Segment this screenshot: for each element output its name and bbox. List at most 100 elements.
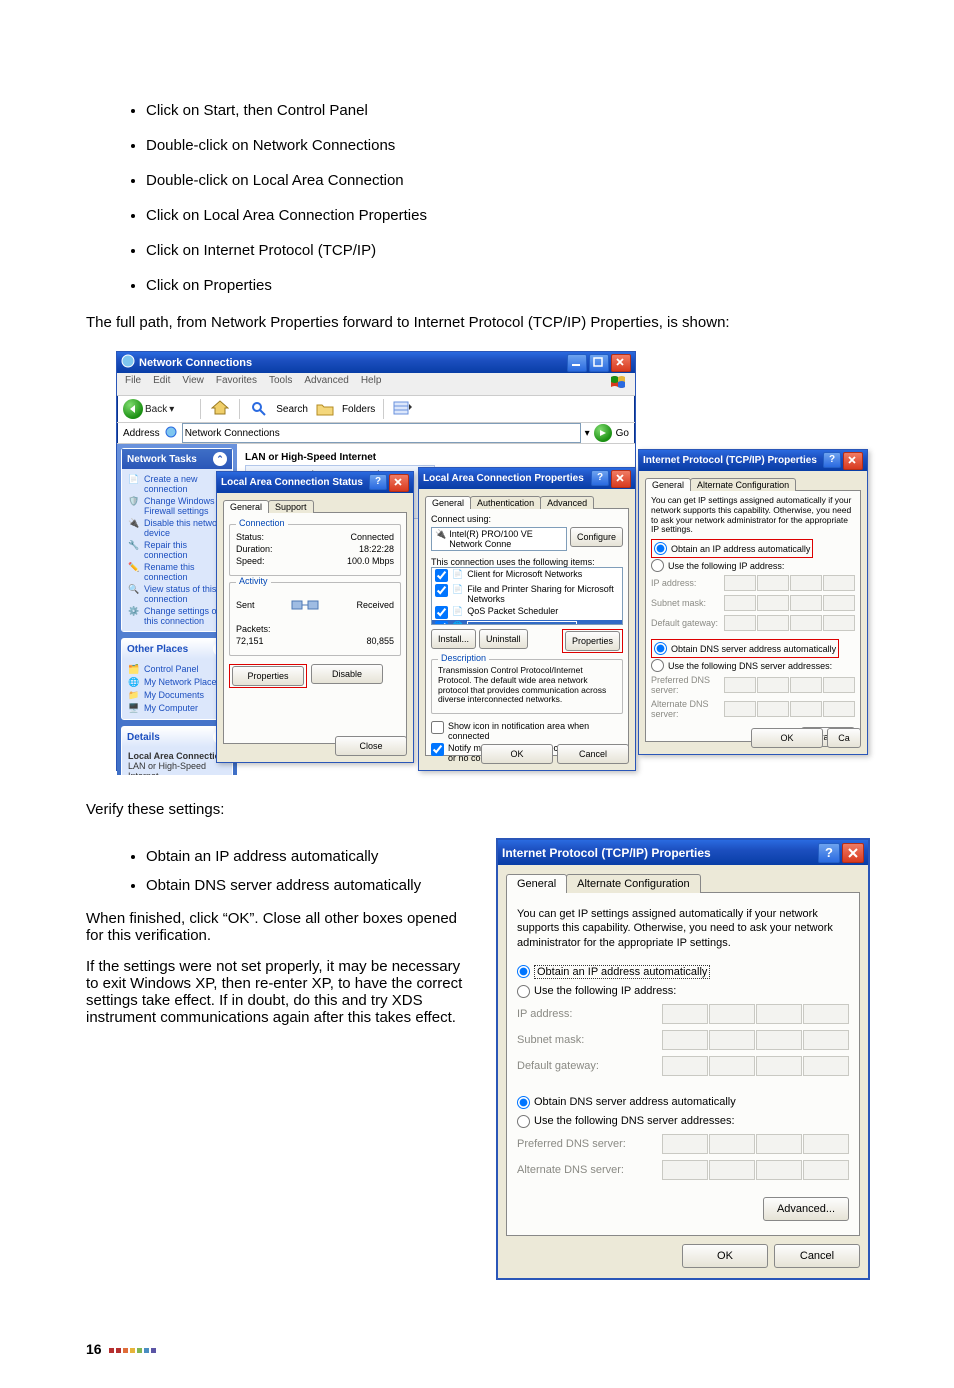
task-repair[interactable]: 🔧Repair this connection bbox=[128, 539, 226, 561]
close-button[interactable] bbox=[843, 452, 863, 470]
tab-general[interactable]: General bbox=[506, 874, 567, 893]
show-icon-checkbox[interactable] bbox=[431, 721, 444, 734]
close-button[interactable] bbox=[611, 470, 631, 488]
minimize-button[interactable] bbox=[567, 354, 587, 372]
radio-auto-dns[interactable] bbox=[517, 1096, 530, 1109]
task-firewall[interactable]: 🛡️Change Windows Firewall settings bbox=[128, 495, 226, 517]
field-label: Subnet mask: bbox=[517, 1034, 584, 1046]
collapse-icon[interactable]: ⌃ bbox=[213, 452, 227, 466]
group-title: Connection bbox=[236, 518, 288, 528]
mask-field bbox=[662, 1030, 849, 1050]
ok-button[interactable]: OK bbox=[682, 1244, 768, 1268]
search-label[interactable]: Search bbox=[276, 404, 308, 415]
notify-checkbox[interactable] bbox=[431, 743, 444, 756]
tab-advanced[interactable]: Advanced bbox=[540, 496, 594, 509]
tab-alternate[interactable]: Alternate Configuration bbox=[690, 478, 796, 491]
task-rename[interactable]: ✏️Rename this connection bbox=[128, 561, 226, 583]
radio-auto-ip[interactable] bbox=[517, 965, 530, 978]
radio-static-dns[interactable] bbox=[651, 659, 664, 672]
search-icon[interactable] bbox=[248, 398, 270, 420]
ok-button[interactable]: OK bbox=[481, 744, 553, 764]
tab-general[interactable]: General bbox=[223, 500, 269, 513]
dialog-title: Internet Protocol (TCP/IP) Properties bbox=[643, 455, 817, 466]
item-checkbox[interactable] bbox=[435, 621, 448, 625]
group-title: Other Places bbox=[127, 644, 188, 655]
back-button[interactable]: Back ▾ bbox=[123, 399, 174, 419]
menu-advanced[interactable]: Advanced bbox=[304, 375, 348, 393]
help-button[interactable]: ? bbox=[823, 452, 841, 468]
pdns-field bbox=[724, 677, 855, 693]
pdns-field bbox=[662, 1134, 849, 1154]
forward-button[interactable] bbox=[180, 403, 192, 415]
menu-view[interactable]: View bbox=[182, 375, 204, 393]
dialog-title: Local Area Connection Properties bbox=[423, 473, 584, 484]
item-checkbox[interactable] bbox=[435, 584, 448, 597]
other-control-panel[interactable]: 🗂️Control Panel bbox=[128, 663, 226, 676]
field-label: Status: bbox=[236, 532, 264, 542]
disable-button[interactable]: Disable bbox=[311, 664, 383, 684]
item-checkbox[interactable] bbox=[435, 569, 448, 582]
task-disable[interactable]: 🔌Disable this network device bbox=[128, 517, 226, 539]
advanced-button[interactable]: Advanced... bbox=[763, 1197, 849, 1221]
close-button[interactable] bbox=[611, 354, 631, 372]
close-button[interactable] bbox=[389, 474, 409, 492]
task-status[interactable]: 🔍View status of this connection bbox=[128, 583, 226, 605]
go-button[interactable] bbox=[594, 424, 612, 442]
radio-static-ip[interactable] bbox=[651, 559, 664, 572]
network-icon bbox=[164, 425, 178, 442]
cancel-button[interactable]: Cancel bbox=[774, 1244, 860, 1268]
uninstall-button[interactable]: Uninstall bbox=[479, 629, 528, 649]
menu-edit[interactable]: Edit bbox=[153, 375, 170, 393]
menu-help[interactable]: Help bbox=[361, 375, 382, 393]
properties-button[interactable]: Properties bbox=[232, 666, 304, 686]
radio-auto-ip[interactable] bbox=[654, 542, 667, 555]
radio-static-ip[interactable] bbox=[517, 985, 530, 998]
address-dropdown[interactable]: ▾ bbox=[585, 428, 590, 439]
field-label: Preferred DNS server: bbox=[517, 1138, 626, 1150]
radio-label: Use the following IP address: bbox=[534, 985, 676, 997]
radio-auto-dns[interactable] bbox=[654, 642, 667, 655]
item-checkbox[interactable] bbox=[435, 606, 448, 619]
window-title: Network Connections bbox=[139, 357, 252, 369]
other-my-documents[interactable]: 📁My Documents bbox=[128, 689, 226, 702]
close-button[interactable] bbox=[842, 843, 864, 863]
items-listbox[interactable]: 📄Client for Microsoft Networks 📄File and… bbox=[431, 567, 623, 625]
network-icon bbox=[121, 354, 135, 371]
menu-file[interactable]: File bbox=[125, 375, 141, 393]
menu-tools[interactable]: Tools bbox=[269, 375, 292, 393]
field-label: Duration: bbox=[236, 544, 273, 554]
task-settings[interactable]: ⚙️Change settings of this connection bbox=[128, 605, 226, 627]
tab-alternate[interactable]: Alternate Configuration bbox=[566, 874, 701, 893]
folders-label[interactable]: Folders bbox=[342, 404, 375, 415]
configure-button[interactable]: Configure bbox=[570, 527, 623, 547]
field-value: 100.0 Mbps bbox=[347, 556, 394, 566]
radio-static-dns[interactable] bbox=[517, 1115, 530, 1128]
properties-button[interactable]: Properties bbox=[565, 631, 620, 651]
help-button[interactable]: ? bbox=[369, 474, 387, 490]
menu-favorites[interactable]: Favorites bbox=[216, 375, 257, 393]
instruction-item: Click on Start, then Control Panel bbox=[146, 100, 868, 121]
help-button[interactable]: ? bbox=[591, 470, 609, 486]
up-button[interactable] bbox=[209, 398, 231, 420]
field-label: Default gateway: bbox=[651, 618, 718, 628]
install-button[interactable]: Install... bbox=[431, 629, 476, 649]
close-button[interactable]: Close bbox=[335, 736, 407, 756]
ok-button[interactable]: OK bbox=[751, 728, 823, 748]
tab-authentication[interactable]: Authentication bbox=[470, 496, 541, 509]
views-button[interactable] bbox=[392, 398, 414, 420]
other-network-places[interactable]: 🌐My Network Places bbox=[128, 676, 226, 689]
cancel-button[interactable]: Ca bbox=[827, 728, 861, 748]
cancel-button[interactable]: Cancel bbox=[557, 744, 629, 764]
task-create-connection[interactable]: 📄Create a new connection bbox=[128, 473, 226, 495]
folders-icon[interactable] bbox=[314, 398, 336, 420]
other-my-computer[interactable]: 🖥️My Computer bbox=[128, 702, 226, 715]
help-button[interactable]: ? bbox=[818, 843, 840, 863]
tab-general[interactable]: General bbox=[645, 478, 691, 491]
address-input[interactable] bbox=[182, 423, 581, 443]
field-label: Alternate DNS server: bbox=[651, 699, 724, 719]
maximize-button[interactable] bbox=[589, 354, 609, 372]
tab-general[interactable]: General bbox=[425, 496, 471, 509]
tab-support[interactable]: Support bbox=[268, 500, 314, 513]
details-type: LAN or High-Speed Internet bbox=[128, 761, 226, 775]
paragraph: If the settings were not set properly, i… bbox=[86, 958, 472, 1026]
